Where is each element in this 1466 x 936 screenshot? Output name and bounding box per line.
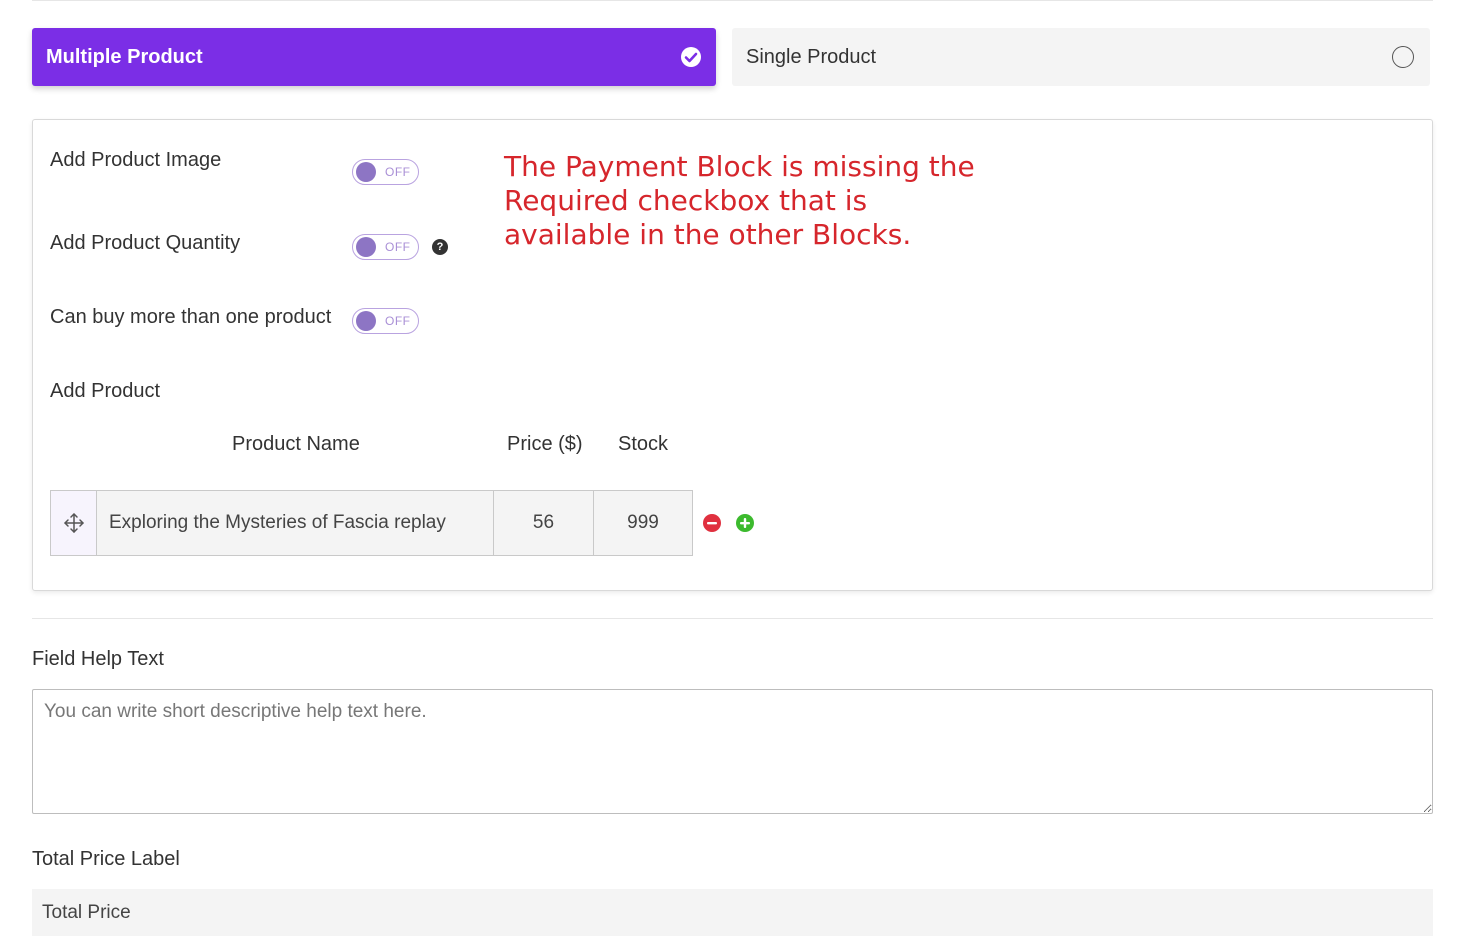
annotation-note: The Payment Block is missing the Require…: [504, 150, 975, 251]
single-product-option[interactable]: Single Product: [732, 28, 1430, 86]
add-product-quantity-toggle[interactable]: OFF: [352, 234, 419, 260]
toggle-knob: [356, 162, 376, 182]
product-name-input[interactable]: Exploring the Mysteries of Fascia replay: [96, 490, 494, 556]
total-price-input[interactable]: [32, 889, 1433, 936]
radio-empty-icon[interactable]: [1392, 46, 1414, 68]
total-price-label: Total Price Label: [32, 848, 180, 870]
section-divider: [32, 618, 1433, 619]
question-icon[interactable]: ?: [432, 239, 448, 255]
drag-handle[interactable]: [50, 490, 97, 556]
product-stock-input[interactable]: 999: [593, 490, 693, 556]
product-price-input[interactable]: 56: [493, 490, 594, 556]
toggle-knob: [356, 237, 376, 257]
col-header-price: Price ($): [507, 433, 583, 455]
field-help-textarea[interactable]: [32, 689, 1433, 814]
add-row-icon[interactable]: [736, 514, 754, 532]
multiple-product-option[interactable]: Multiple Product: [32, 28, 716, 86]
col-header-product-name: Product Name: [232, 433, 360, 455]
remove-row-icon[interactable]: [703, 514, 721, 532]
toggle-knob: [356, 311, 376, 331]
add-product-image-label: Add Product Image: [50, 149, 222, 171]
single-product-label: Single Product: [746, 45, 877, 68]
top-divider: [32, 0, 1433, 2]
add-product-title: Add Product: [50, 380, 161, 402]
multiple-product-label: Multiple Product: [46, 45, 203, 68]
add-product-image-toggle[interactable]: OFF: [352, 159, 419, 185]
move-arrows-icon: [63, 513, 84, 533]
can-buy-more-label: Can buy more than one product: [50, 306, 332, 328]
col-header-stock: Stock: [618, 433, 669, 455]
field-help-text-label: Field Help Text: [32, 648, 164, 670]
toggle-state-text: OFF: [385, 314, 411, 328]
can-buy-more-toggle[interactable]: OFF: [352, 308, 419, 334]
add-product-quantity-label: Add Product Quantity: [50, 232, 241, 254]
toggle-state-text: OFF: [385, 165, 411, 179]
toggle-state-text: OFF: [385, 240, 411, 254]
check-circle-icon: [681, 47, 701, 67]
product-settings-card: Add Product Image OFF Add Product Quanti…: [32, 119, 1433, 591]
